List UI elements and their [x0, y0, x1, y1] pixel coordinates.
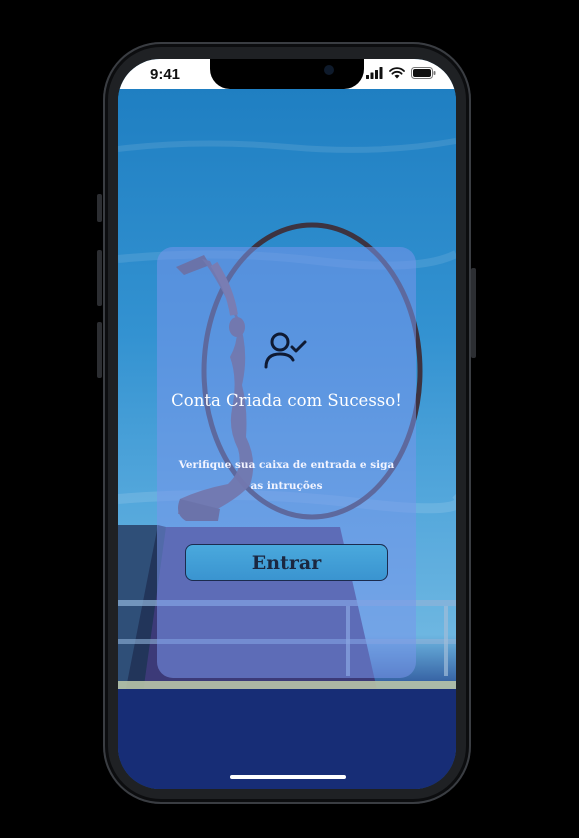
home-indicator[interactable]: [230, 775, 346, 779]
app-screen: 9:41 Conta Criada com Sucesso! Verifique…: [118, 59, 456, 789]
status-time: 9:41: [150, 66, 181, 83]
volume-down-button: [97, 322, 102, 378]
volume-up-button: [97, 250, 102, 306]
success-title: Conta Criada com Sucesso!: [171, 391, 402, 410]
mute-switch: [97, 194, 102, 222]
power-button: [471, 268, 476, 358]
user-check-icon: [264, 332, 307, 369]
status-icons: [366, 67, 436, 79]
wifi-icon: [389, 67, 405, 79]
notch: [210, 59, 364, 89]
success-card: Conta Criada com Sucesso! Verifique sua …: [157, 247, 416, 678]
success-subtitle: Verifique sua caixa de entrada e siga as…: [178, 459, 395, 492]
front-camera: [324, 65, 334, 75]
enter-button[interactable]: Entrar: [185, 544, 388, 581]
signal-icon: [366, 67, 383, 79]
battery-icon: [411, 67, 436, 79]
